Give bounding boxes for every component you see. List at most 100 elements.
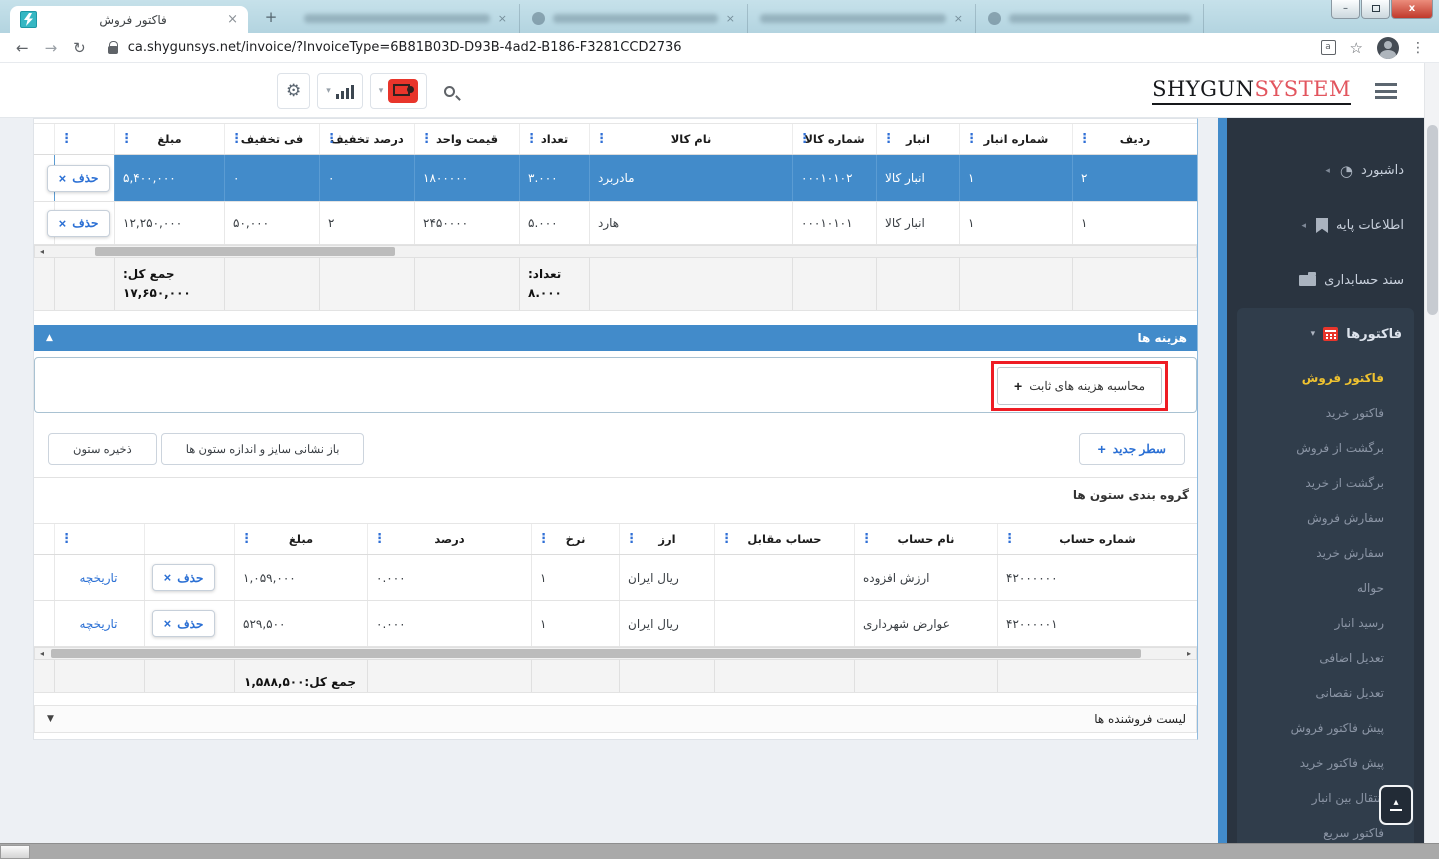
column-header[interactable]: ارز⋮ <box>619 524 714 554</box>
column-header[interactable]: شماره حساب⋮ <box>997 524 1197 554</box>
delete-row-button[interactable]: حذف× <box>152 610 216 637</box>
table-cell[interactable]: ۱ <box>531 555 619 600</box>
content-vertical-scrollbar[interactable] <box>1218 118 1227 843</box>
reports-dropdown[interactable]: ▾ <box>317 73 363 109</box>
table-cell[interactable]: ۱ <box>959 155 1072 201</box>
column-menu-icon[interactable]: ⋮ <box>60 532 72 547</box>
scroll-to-top-button[interactable]: ▴ <box>1379 785 1413 825</box>
minimize-button[interactable]: – <box>1331 0 1360 19</box>
scroll-left-icon[interactable]: ◂ <box>35 648 49 659</box>
table-cell[interactable]: ۰ <box>319 155 414 201</box>
window-horizontal-scrollbar[interactable] <box>0 843 1439 859</box>
table-cell[interactable]: ۱ <box>531 601 619 646</box>
vscroll-thumb[interactable] <box>1427 125 1438 315</box>
column-menu-icon[interactable]: ⋮ <box>595 132 607 147</box>
column-menu-icon[interactable]: ⋮ <box>625 532 637 547</box>
column-header[interactable]: تعداد⋮ <box>519 124 589 154</box>
inactive-tab[interactable]: × <box>748 4 976 33</box>
column-menu-icon[interactable]: ⋮ <box>720 532 732 547</box>
table-cell[interactable] <box>714 555 854 600</box>
table-cell[interactable]: ۴۲۰۰۰۰۰۰ <box>997 555 1197 600</box>
browser-vertical-scrollbar[interactable] <box>1424 63 1439 843</box>
sidebar-item-داشبورد[interactable]: داشبورد◔◂ <box>1227 143 1424 198</box>
table-cell[interactable]: ۱۸۰۰۰۰۰ <box>414 155 519 201</box>
reload-icon[interactable]: ↻ <box>73 39 86 57</box>
close-button[interactable]: x <box>1391 0 1433 19</box>
scroll-left-icon[interactable]: ◂ <box>35 246 49 257</box>
table-cell[interactable]: ۰ <box>224 155 319 201</box>
sidebar-subitem-حواله[interactable]: حواله <box>1237 570 1414 605</box>
column-header[interactable]: نام حساب⋮ <box>854 524 997 554</box>
column-header[interactable]: قیمت واحد⋮ <box>414 124 519 154</box>
column-menu-icon[interactable]: ⋮ <box>230 132 242 147</box>
collapse-up-icon[interactable]: ▲ <box>46 333 53 343</box>
column-menu-icon[interactable]: ⋮ <box>525 132 537 147</box>
sidebar-item-اطلاعات پایه[interactable]: اطلاعات پایه◂ <box>1227 198 1424 253</box>
sidebar-subitem-برگشت از خرید[interactable]: برگشت از خرید <box>1237 465 1414 500</box>
sidebar-subitem-پیش فاکتور خرید[interactable]: پیش فاکتور خرید <box>1237 745 1414 780</box>
table-cell[interactable] <box>714 601 854 646</box>
table-cell[interactable]: ریال ایران <box>619 601 714 646</box>
column-menu-icon[interactable]: ⋮ <box>537 532 549 547</box>
column-menu-icon[interactable]: ⋮ <box>860 532 872 547</box>
forward-icon[interactable]: → <box>45 39 58 57</box>
table-row[interactable]: ۲۱انبار کالا۰۰۰۱۰۱۰۲مادربرد۳.۰۰۰۱۸۰۰۰۰۰۰… <box>34 155 1197 202</box>
sidebar-subitem-رسید انبار[interactable]: رسید انبار <box>1237 605 1414 640</box>
table-cell[interactable]: ۵۰,۰۰۰ <box>224 202 319 244</box>
profile-avatar[interactable] <box>1377 37 1399 59</box>
hscroll-thumb[interactable] <box>95 247 395 256</box>
inactive-tab[interactable] <box>976 4 1204 33</box>
table-cell[interactable]: ۲۴۵۰۰۰۰ <box>414 202 519 244</box>
sellers-section-header[interactable]: لیست فروشنده ها ▼ <box>34 705 1197 733</box>
table-cell[interactable]: ۰۰۰۱۰۱۰۲ <box>792 155 876 201</box>
history-link[interactable]: تاریخچه <box>79 617 117 631</box>
table-cell[interactable]: ۱,۰۵۹,۰۰۰ <box>234 555 367 600</box>
column-menu-icon[interactable]: ⋮ <box>420 132 432 147</box>
column-header[interactable]: حساب مقابل⋮ <box>714 524 854 554</box>
column-header[interactable]: ردیف⋮ <box>1072 124 1197 154</box>
sidebar-subitem-تعدیل اضافی[interactable]: تعدیل اضافی <box>1237 640 1414 675</box>
sidebar-subitem-پیش فاکتور فروش[interactable]: پیش فاکتور فروش <box>1237 710 1414 745</box>
history-link[interactable]: تاریخچه <box>79 571 117 585</box>
column-header[interactable]: شماره کالا⋮ <box>792 124 876 154</box>
column-menu-icon[interactable]: ⋮ <box>965 132 977 147</box>
column-header[interactable]: ⋮ <box>54 524 144 554</box>
sidebar-subitem-برگشت از فروش[interactable]: برگشت از فروش <box>1237 430 1414 465</box>
sidebar-subitem-سفارش خرید[interactable]: سفارش خرید <box>1237 535 1414 570</box>
column-header[interactable]: مبلغ⋮ <box>114 124 224 154</box>
inactive-tab[interactable]: × <box>520 4 748 33</box>
table-cell[interactable]: ۵,۴۰۰,۰۰۰ <box>114 155 224 201</box>
url-text[interactable]: ca.shygunsys.net/invoice/?InvoiceType=6B… <box>128 40 1321 55</box>
table-cell[interactable]: ۲ <box>1072 155 1197 201</box>
scroll-right-icon[interactable]: ▸ <box>1182 648 1196 659</box>
table-row[interactable]: ۱۱انبار کالا۰۰۰۱۰۱۰۱هارد۵.۰۰۰۲۴۵۰۰۰۰۲۵۰,… <box>34 202 1197 245</box>
new-tab-button[interactable]: + <box>258 8 284 27</box>
items-table-hscrollbar[interactable]: ◂ <box>34 245 1197 258</box>
new-row-button[interactable]: سطر جدید + <box>1079 433 1185 465</box>
delete-row-button[interactable]: حذف× <box>152 564 216 591</box>
app-logo[interactable]: SHYGUNSYSTEM <box>1152 77 1351 105</box>
column-menu-icon[interactable]: ⋮ <box>60 132 72 147</box>
reset-columns-button[interactable]: باز نشانی سایز و اندازه ستون ها <box>161 433 365 465</box>
column-header[interactable] <box>144 524 234 554</box>
settings-button[interactable]: ⚙ <box>277 73 310 109</box>
table-cell[interactable]: مادربرد <box>589 155 792 201</box>
tab-close-icon[interactable]: × <box>954 12 963 25</box>
active-tab[interactable]: فاکتور فروش × <box>10 6 248 33</box>
column-header[interactable]: درصد⋮ <box>367 524 531 554</box>
column-menu-icon[interactable]: ⋮ <box>373 532 385 547</box>
table-row[interactable]: ۴۲۰۰۰۰۰۱عوارض شهرداریریال ایران۱۰.۰۰۰۵۲۹… <box>34 601 1197 647</box>
column-header[interactable]: انبار⋮ <box>876 124 959 154</box>
tab-close-icon[interactable]: × <box>726 12 735 25</box>
expenses-table-hscrollbar[interactable]: ◂ ▸ <box>34 647 1197 660</box>
browser-menu-icon[interactable]: ⋮ <box>1411 40 1425 56</box>
sidebar-subitem-فاکتور خرید[interactable]: فاکتور خرید <box>1237 395 1414 430</box>
column-menu-icon[interactable]: ⋮ <box>120 132 132 147</box>
table-cell[interactable]: ۱۲,۲۵۰,۰۰۰ <box>114 202 224 244</box>
sidebar-subitem-سفارش فروش[interactable]: سفارش فروش <box>1237 500 1414 535</box>
hamburger-menu-icon[interactable] <box>1375 83 1397 103</box>
demo-dropdown[interactable]: ▾ <box>370 73 428 109</box>
sidebar-group-فاکتورها[interactable]: فاکتورها▾ <box>1237 308 1414 360</box>
column-header[interactable]: فی تخفیف⋮ <box>224 124 319 154</box>
column-menu-icon[interactable]: ⋮ <box>882 132 894 147</box>
